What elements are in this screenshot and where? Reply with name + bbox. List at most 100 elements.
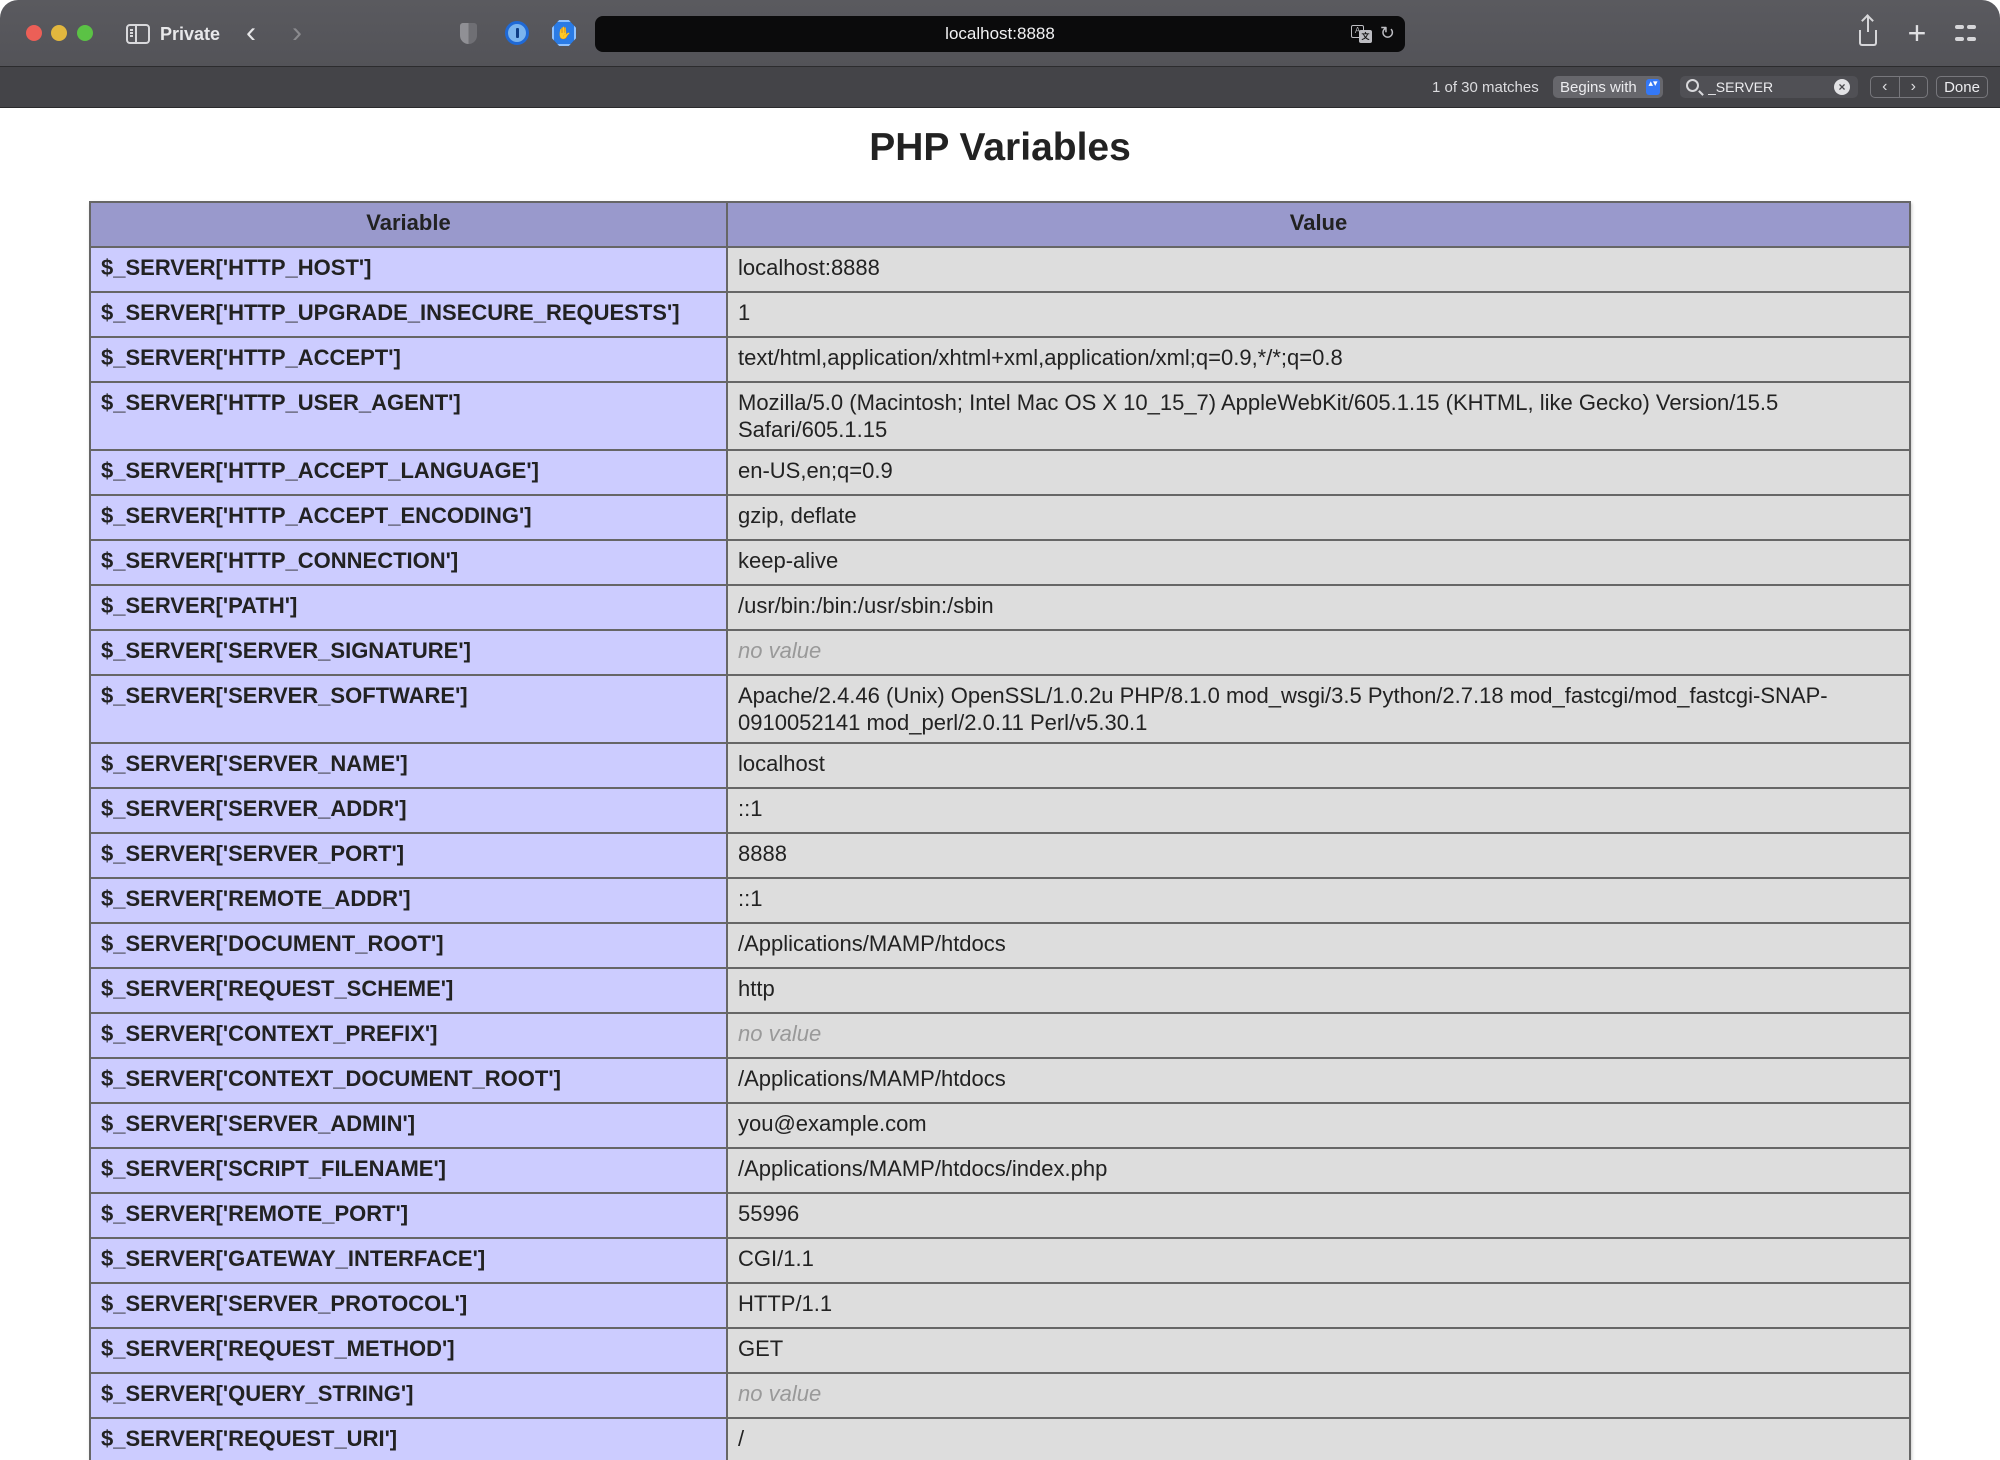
variable-name-cell: $_SERVER['HTTP_USER_AGENT'] xyxy=(89,381,728,451)
variable-name-cell: $_SERVER['HTTP_ACCEPT_ENCODING'] xyxy=(89,494,728,541)
variable-value-cell: /Applications/MAMP/htdocs/index.php xyxy=(726,1147,1911,1194)
grid-icon xyxy=(1966,37,1976,42)
match-mode-select[interactable]: Begins with ▴▾ xyxy=(1553,76,1663,98)
variable-name-cell: $_SERVER['SCRIPT_FILENAME'] xyxy=(89,1147,728,1194)
variable-value-cell: 8888 xyxy=(726,832,1911,879)
variable-value-cell: localhost xyxy=(726,742,1911,789)
table-row: $_SERVER['REQUEST_METHOD'] GET xyxy=(89,1327,1911,1374)
column-header-value: Value xyxy=(726,201,1911,248)
variable-value-cell: ::1 xyxy=(726,877,1911,924)
variable-value-cell: keep-alive xyxy=(726,539,1911,586)
chevron-right-icon: › xyxy=(292,16,302,49)
fullscreen-window-button[interactable] xyxy=(77,25,93,41)
table-row: $_SERVER['SERVER_ADMIN'] you@example.com xyxy=(89,1102,1911,1149)
variable-value-cell: /usr/bin:/bin:/usr/sbin:/sbin xyxy=(726,584,1911,631)
share-button[interactable] xyxy=(1856,16,1880,48)
find-input[interactable] xyxy=(1708,78,1828,96)
address-text[interactable]: localhost:8888 xyxy=(945,24,1055,44)
next-match-button[interactable]: › xyxy=(1900,77,1928,97)
minimize-window-button[interactable] xyxy=(51,25,67,41)
adblock-stop-hand-icon: ✋ xyxy=(552,20,576,46)
page-content: PHP Variables Variable Value $_SERVER['H… xyxy=(0,108,2000,1460)
variable-name-cell: $_SERVER['SERVER_SOFTWARE'] xyxy=(89,674,728,744)
share-icon xyxy=(1859,16,1877,46)
translate-icon[interactable]: A 文 xyxy=(1351,25,1373,43)
variable-name-cell: $_SERVER['SERVER_PROTOCOL'] xyxy=(89,1282,728,1329)
variable-value-cell: Mozilla/5.0 (Macintosh; Intel Mac OS X 1… xyxy=(726,381,1911,451)
variable-value-cell: you@example.com xyxy=(726,1102,1911,1149)
find-navigation: ‹ › xyxy=(1870,76,1928,98)
variable-name-cell: $_SERVER['REQUEST_URI'] xyxy=(89,1417,728,1460)
onepassword-icon xyxy=(505,21,529,45)
privacy-report-button[interactable] xyxy=(456,21,480,45)
variable-value-cell: GET xyxy=(726,1327,1911,1374)
variable-name-cell: $_SERVER['GATEWAY_INTERFACE'] xyxy=(89,1237,728,1284)
table-row: $_SERVER['CONTEXT_PREFIX'] no value xyxy=(89,1012,1911,1059)
clear-search-icon[interactable]: × xyxy=(1834,79,1850,95)
variable-name-cell: $_SERVER['DOCUMENT_ROOT'] xyxy=(89,922,728,969)
find-bar: 1 of 30 matches Begins with ▴▾ × ‹ › Don… xyxy=(0,67,2000,108)
private-mode-label: Private xyxy=(160,23,221,44)
table-row: $_SERVER['REQUEST_SCHEME'] http xyxy=(89,967,1911,1014)
variable-value-cell: /Applications/MAMP/htdocs xyxy=(726,1057,1911,1104)
no-value-cell: no value xyxy=(726,629,1911,676)
translate-target-glyph: 文 xyxy=(1359,30,1372,43)
sidebar-toggle-button[interactable]: Private xyxy=(126,21,220,47)
back-button[interactable]: ‹ xyxy=(240,16,262,49)
variable-name-cell: $_SERVER['CONTEXT_PREFIX'] xyxy=(89,1012,728,1059)
match-mode-label: Begins with xyxy=(1560,78,1637,96)
variable-value-cell: ::1 xyxy=(726,787,1911,834)
variable-value-cell: Apache/2.4.46 (Unix) OpenSSL/1.0.2u PHP/… xyxy=(726,674,1911,744)
table-body: $_SERVER['HTTP_HOST'] localhost:8888 $_SER… xyxy=(89,246,1911,1460)
shield-icon xyxy=(459,22,477,44)
table-row: $_SERVER['QUERY_STRING'] no value xyxy=(89,1372,1911,1419)
variable-name-cell: $_SERVER['SERVER_ADDR'] xyxy=(89,787,728,834)
search-icon xyxy=(1686,79,1699,92)
tab-overview-button[interactable] xyxy=(1954,22,1976,44)
close-window-button[interactable] xyxy=(26,25,42,41)
table-row: $_SERVER['HTTP_ACCEPT_LANGUAGE'] en-US,en… xyxy=(89,449,1911,496)
php-variables-table: Variable Value $_SERVER['HTTP_HOST'] loca… xyxy=(89,201,1911,1460)
variable-name-cell: $_SERVER['CONTEXT_DOCUMENT_ROOT'] xyxy=(89,1057,728,1104)
plus-icon: + xyxy=(1907,14,1927,51)
new-tab-button[interactable]: + xyxy=(1904,15,1930,51)
grid-icon xyxy=(1954,37,1964,42)
address-bar[interactable]: localhost:8888 A 文 ↻ xyxy=(595,16,1405,52)
variable-name-cell: $_SERVER['SERVER_NAME'] xyxy=(89,742,728,789)
variable-value-cell: 55996 xyxy=(726,1192,1911,1239)
no-value-cell: no value xyxy=(726,1372,1911,1419)
table-row: $_SERVER['SERVER_PORT'] 8888 xyxy=(89,832,1911,879)
variable-name-cell: $_SERVER['REQUEST_SCHEME'] xyxy=(89,967,728,1014)
variable-value-cell: http xyxy=(726,967,1911,1014)
find-done-button[interactable]: Done xyxy=(1936,76,1988,98)
variable-value-cell: HTTP/1.1 xyxy=(726,1282,1911,1329)
variable-value-cell: text/html,application/xhtml+xml,applicat… xyxy=(726,336,1911,383)
table-row: $_SERVER['SCRIPT_FILENAME']/Applications… xyxy=(89,1147,1911,1194)
previous-match-button[interactable]: ‹ xyxy=(1871,77,1900,97)
table-row: $_SERVER['HTTP_CONNECTION'] keep-alive xyxy=(89,539,1911,586)
adblock-extension-button[interactable]: ✋ xyxy=(552,20,576,46)
variable-value-cell: en-US,en;q=0.9 xyxy=(726,449,1911,496)
variable-name-cell: $_SERVER['HTTP_HOST'] xyxy=(89,246,728,293)
no-value-cell: no value xyxy=(726,1012,1911,1059)
table-row: $_SERVER['REMOTE_ADDR']::1 xyxy=(89,877,1911,924)
match-count: 1 of 30 matches xyxy=(1432,79,1539,96)
find-field[interactable]: × xyxy=(1680,76,1858,98)
reload-icon[interactable]: ↻ xyxy=(1380,23,1395,44)
table-row: $_SERVER['HTTP_UPGRADE_INSECURE_REQUESTS… xyxy=(89,291,1911,338)
password-manager-extension-button[interactable] xyxy=(505,21,529,45)
variable-value-cell: /Applications/MAMP/htdocs xyxy=(726,922,1911,969)
variable-name-cell: $_SERVER['REQUEST_METHOD'] xyxy=(89,1327,728,1374)
variable-value-cell: localhost:8888 xyxy=(726,246,1911,293)
sidebar-icon xyxy=(126,24,150,44)
variable-value-cell: gzip, deflate xyxy=(726,494,1911,541)
forward-button[interactable]: › xyxy=(286,16,308,49)
variable-name-cell: $_SERVER['REMOTE_PORT'] xyxy=(89,1192,728,1239)
table-row: $_SERVER['HTTP_ACCEPT_ENCODING'] gzip, de… xyxy=(89,494,1911,541)
table-row: $_SERVER['HTTP_USER_AGENT'] Mozilla/5.0 (… xyxy=(89,381,1911,451)
column-header-variable: Variable xyxy=(89,201,728,248)
variable-name-cell: $_SERVER['HTTP_CONNECTION'] xyxy=(89,539,728,586)
chevron-left-icon: ‹ xyxy=(1882,78,1888,95)
table-row: $_SERVER['GATEWAY_INTERFACE'] CGI/1.1 xyxy=(89,1237,1911,1284)
variable-name-cell: $_SERVER['HTTP_UPGRADE_INSECURE_REQUESTS… xyxy=(89,291,728,338)
